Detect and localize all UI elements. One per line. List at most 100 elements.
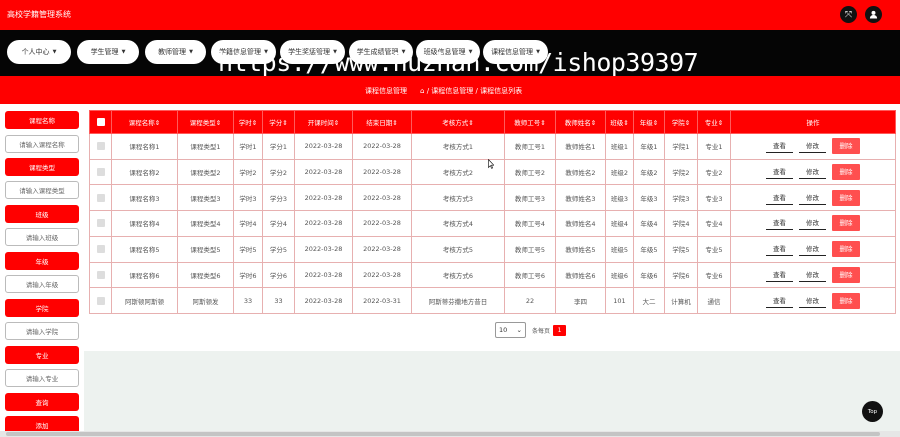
- major-input[interactable]: 请输入专业: [5, 369, 79, 387]
- table-row: 课程名称3 课程类型3 学时3 学分3 2022-03-28 2022-03-28 考核方式…: [89, 184, 896, 212]
- course-type-input[interactable]: 请输入课程类型: [5, 181, 79, 199]
- row-checkbox[interactable]: [89, 287, 112, 314]
- table-cell: 学院5: [664, 235, 698, 263]
- view-button[interactable]: 查看: [766, 242, 793, 257]
- user-icon[interactable]: [865, 6, 882, 23]
- fullscreen-icon[interactable]: ⤧: [840, 6, 857, 23]
- edit-button[interactable]: 修改: [799, 242, 826, 257]
- column-header[interactable]: 学院⇕: [664, 110, 698, 134]
- column-header[interactable]: 教师工号⇕: [504, 110, 556, 134]
- checkbox-icon: [96, 118, 105, 126]
- table-cell: 阿斯顿发: [177, 287, 234, 314]
- select-all-checkbox[interactable]: [89, 110, 112, 134]
- column-header[interactable]: 考核方式⇕: [411, 110, 505, 134]
- delete-button[interactable]: 删除: [832, 266, 860, 283]
- edit-button[interactable]: 修改: [799, 216, 826, 231]
- page-size-select[interactable]: 10 ⌄: [495, 322, 526, 338]
- table-row: 课程名称4 课程类型4 学时4 学分4 2022-03-28 2022-03-28 考核方式…: [89, 210, 896, 237]
- table-cell: 学院1: [664, 133, 698, 160]
- edit-button[interactable]: 修改: [799, 139, 826, 154]
- row-checkbox[interactable]: [89, 133, 112, 160]
- nav-student-management[interactable]: 学生管理 ▼: [77, 40, 139, 64]
- nav-course-management[interactable]: 课程信息管理 ▼: [483, 40, 548, 64]
- row-actions: 查看 修改 删除: [730, 261, 896, 289]
- edit-button[interactable]: 修改: [799, 268, 826, 282]
- column-header[interactable]: 年级⇕: [633, 110, 665, 134]
- edit-button[interactable]: 修改: [799, 165, 826, 180]
- checkbox-icon: [96, 245, 105, 254]
- table-cell: 学时6: [233, 261, 263, 289]
- table-cell: 2022-03-28: [294, 261, 353, 289]
- course-name-input[interactable]: 请输入课程名称: [5, 135, 79, 153]
- back-to-top-button[interactable]: Top: [862, 401, 883, 422]
- table-cell: 阿斯顿阿斯顿: [111, 287, 178, 314]
- view-button[interactable]: 查看: [766, 165, 793, 180]
- pagination: 10 ⌄ 条每页 1: [495, 322, 567, 338]
- column-header[interactable]: 课程名称⇕: [111, 110, 178, 134]
- delete-button[interactable]: 删除: [832, 164, 860, 181]
- view-button[interactable]: 查看: [766, 268, 793, 282]
- delete-button[interactable]: 删除: [832, 215, 860, 232]
- table-cell: 教师工号4: [504, 210, 556, 237]
- column-header[interactable]: 专业⇕: [697, 110, 731, 134]
- page-number-button[interactable]: 1: [553, 324, 567, 336]
- column-header[interactable]: 结束日期⇕: [352, 110, 412, 134]
- table-cell: 教师姓名2: [555, 158, 606, 186]
- table-row: 课程名称1 课程类型1 学时1 学分1 2022-03-28 2022-03-28 考核方式…: [89, 133, 896, 160]
- view-button[interactable]: 查看: [766, 191, 793, 205]
- nav-teacher-management[interactable]: 教师管理 ▼: [145, 40, 206, 64]
- filter-label-course-type: 课程类型: [5, 158, 79, 176]
- nav-label: 学生奖惩管理: [288, 48, 331, 56]
- scrollbar-thumb[interactable]: [6, 432, 880, 436]
- row-checkbox[interactable]: [89, 184, 112, 212]
- delete-button[interactable]: 删除: [832, 241, 860, 258]
- nav-class-management[interactable]: 班级信息管理 ▼: [416, 40, 480, 64]
- column-header[interactable]: 开课时间⇕: [294, 110, 353, 134]
- course-table: 课程名称⇕ 课程类型⇕ 学时⇕ 学分⇕ 开课时间⇕ 结束日期⇕ 考核方式⇕ 教师…: [89, 110, 896, 314]
- column-header[interactable]: 课程类型⇕: [177, 110, 234, 134]
- nav-reward-management[interactable]: 学生奖惩管理 ▼: [280, 40, 345, 64]
- search-button[interactable]: 查询: [5, 393, 79, 411]
- view-button[interactable]: 查看: [766, 139, 793, 154]
- nav-status-management[interactable]: 学籍信息管理 ▼: [211, 40, 276, 64]
- table-cell: 年级3: [633, 184, 665, 212]
- delete-button[interactable]: 删除: [832, 138, 860, 155]
- table-cell: 学院2: [664, 158, 698, 186]
- row-checkbox[interactable]: [89, 158, 112, 186]
- row-checkbox[interactable]: [89, 235, 112, 263]
- table-cell: 教师姓名5: [555, 235, 606, 263]
- page-size-label: 条每页: [532, 327, 551, 335]
- column-header[interactable]: 学分⇕: [262, 110, 295, 134]
- home-icon[interactable]: ⌂: [420, 87, 424, 95]
- column-header[interactable]: 班级⇕: [605, 110, 634, 134]
- table-cell: 教师工号6: [504, 261, 556, 289]
- nav-grade-management[interactable]: 学生成绩管理 ▼: [349, 40, 413, 64]
- table-panel: 课程名称⇕ 课程类型⇕ 学时⇕ 学分⇕ 开课时间⇕ 结束日期⇕ 考核方式⇕ 教师…: [84, 104, 900, 351]
- table-cell: 大二: [633, 287, 665, 314]
- nav-label: 学生管理: [90, 48, 119, 56]
- row-checkbox[interactable]: [89, 210, 112, 237]
- table-cell: 年级4: [633, 210, 665, 237]
- edit-button[interactable]: 修改: [799, 294, 826, 308]
- nav-label: 课程信息管理: [491, 48, 534, 56]
- edit-button[interactable]: 修改: [799, 191, 826, 205]
- row-checkbox[interactable]: [89, 261, 112, 289]
- college-input[interactable]: 请输入学院: [5, 322, 79, 340]
- table-cell: 学时1: [233, 133, 263, 160]
- table-cell: 课程类型1: [177, 133, 234, 160]
- delete-button[interactable]: 删除: [832, 292, 860, 309]
- table-cell: 教师姓名1: [555, 133, 606, 160]
- class-input[interactable]: 请输入班级: [5, 228, 79, 246]
- table-cell: 李四: [555, 287, 606, 314]
- main-content: 课程名称⇕ 课程类型⇕ 学时⇕ 学分⇕ 开课时间⇕ 结束日期⇕ 考核方式⇕ 教师…: [84, 104, 900, 437]
- app-title: 高校学籍管理系统: [7, 10, 71, 19]
- view-button[interactable]: 查看: [766, 216, 793, 231]
- table-cell: 年级5: [633, 235, 665, 263]
- column-header[interactable]: 学时⇕: [233, 110, 263, 134]
- delete-button[interactable]: 删除: [832, 189, 860, 206]
- grade-input[interactable]: 请输入年级: [5, 275, 79, 293]
- column-header[interactable]: 教师姓名⇕: [555, 110, 606, 134]
- table-header-row: 课程名称⇕ 课程类型⇕ 学时⇕ 学分⇕ 开课时间⇕ 结束日期⇕ 考核方式⇕ 教师…: [89, 110, 896, 134]
- view-button[interactable]: 查看: [766, 294, 793, 308]
- nav-personal-center[interactable]: 个人中心 ▼: [7, 40, 71, 64]
